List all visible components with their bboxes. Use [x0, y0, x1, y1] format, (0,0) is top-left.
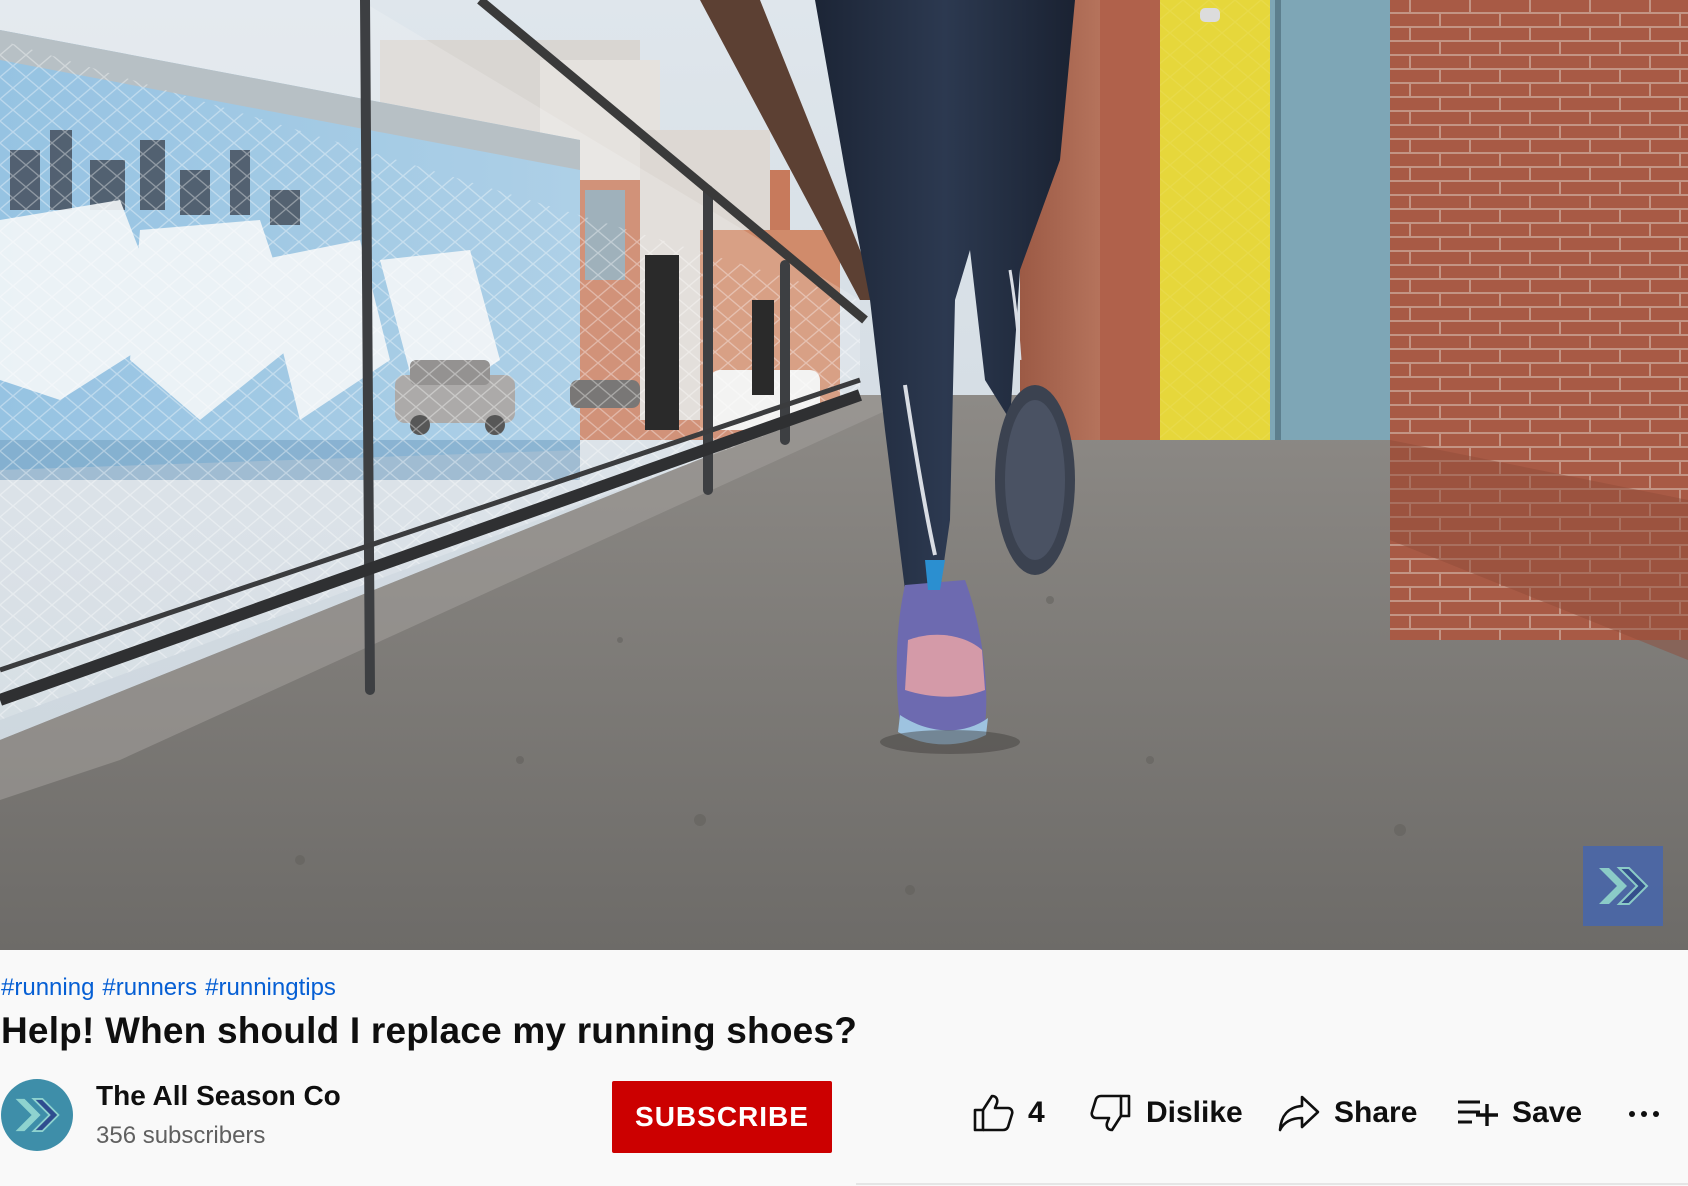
video-watch-page: #running #runners #runningtips Help! Whe…	[0, 0, 1688, 1186]
like-count: 4	[1028, 1096, 1045, 1129]
hashtag-link[interactable]: #runningtips	[205, 974, 336, 1006]
save-label: Save	[1512, 1096, 1583, 1129]
more-dot	[1653, 1111, 1659, 1117]
thumbs-down-icon	[1090, 1093, 1132, 1133]
chevrons-logo-icon	[15, 1098, 60, 1132]
subscriber-count: 356 subscribers	[96, 1122, 266, 1149]
chevrons-logo-icon	[1599, 867, 1649, 905]
save-button[interactable]: Save	[1456, 1088, 1582, 1138]
divider	[856, 1183, 1688, 1185]
channel-avatar[interactable]	[1, 1079, 73, 1151]
share-arrow-icon	[1278, 1094, 1320, 1132]
hashtag-link[interactable]: #running	[1, 974, 94, 1006]
channel-watermark[interactable]	[1583, 846, 1663, 926]
channel-name[interactable]: The All Season Co	[96, 1080, 341, 1112]
more-actions-icon[interactable]	[1622, 1096, 1666, 1132]
video-player[interactable]	[0, 0, 1688, 950]
add-to-playlist-icon	[1456, 1098, 1498, 1128]
share-button[interactable]: Share	[1278, 1088, 1417, 1138]
video-frame	[0, 0, 1688, 950]
like-button[interactable]: 4	[972, 1088, 1045, 1138]
dislike-button[interactable]: Dislike	[1090, 1088, 1243, 1138]
thumbs-up-icon	[972, 1093, 1014, 1133]
more-dot	[1641, 1111, 1647, 1117]
hashtag-link[interactable]: #runners	[102, 974, 197, 1006]
hashtag-list: #running #runners #runningtips	[1, 974, 336, 1006]
subscribe-button[interactable]: SUBSCRIBE	[612, 1081, 832, 1153]
dislike-label: Dislike	[1146, 1096, 1243, 1129]
video-title: Help! When should I replace my running s…	[1, 1010, 857, 1051]
more-dot	[1629, 1111, 1635, 1117]
share-label: Share	[1334, 1096, 1418, 1129]
